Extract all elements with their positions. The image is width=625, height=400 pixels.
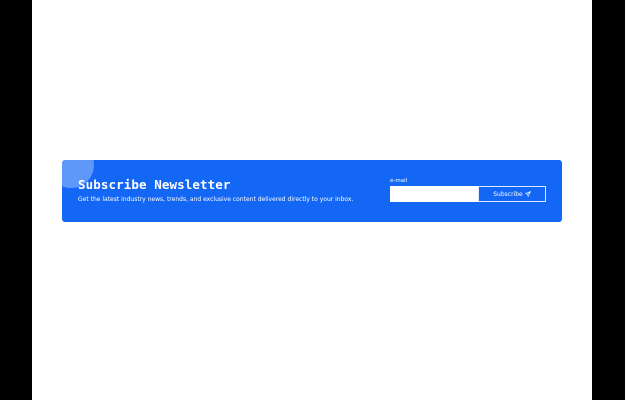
newsletter-description: Get the latest industry news, trends, an… bbox=[78, 196, 354, 203]
newsletter-banner: Subscribe Newsletter Get the latest indu… bbox=[62, 160, 562, 222]
subscribe-button-label: Subscribe bbox=[493, 190, 523, 198]
page-canvas: Subscribe Newsletter Get the latest indu… bbox=[32, 0, 592, 400]
subscribe-button[interactable]: Subscribe bbox=[478, 186, 546, 202]
email-label: e-mail bbox=[390, 178, 408, 184]
newsletter-title: Subscribe Newsletter bbox=[78, 177, 231, 192]
email-input[interactable] bbox=[390, 186, 478, 202]
send-icon bbox=[524, 191, 531, 197]
